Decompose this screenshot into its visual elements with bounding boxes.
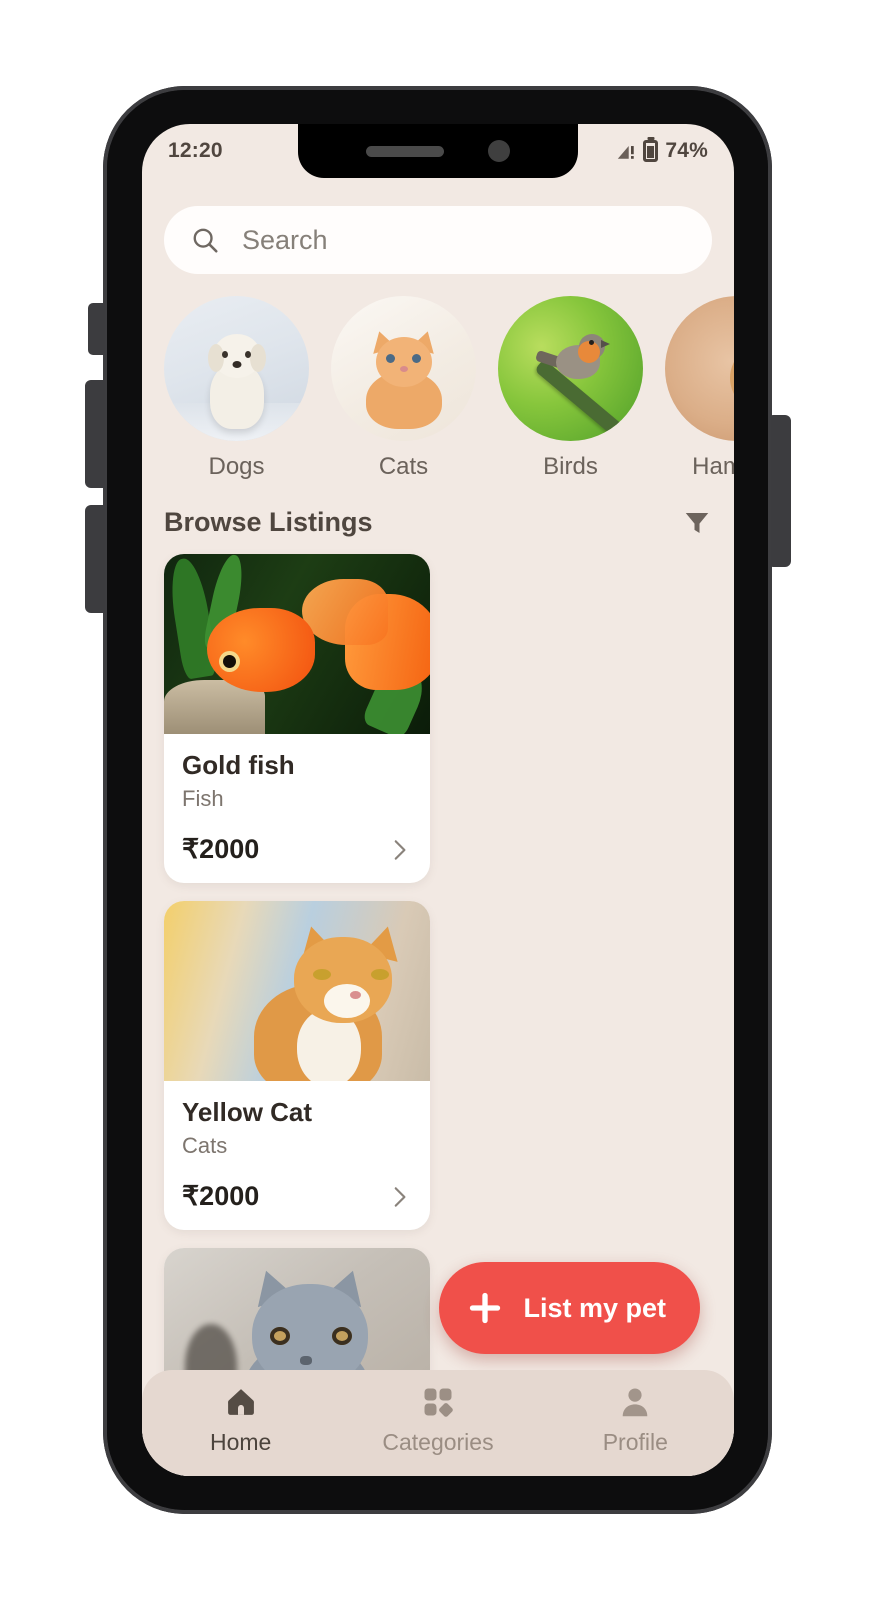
listing-category: Cats	[182, 1133, 228, 1158]
battery-percent: 74%	[665, 139, 708, 162]
nav-label: Home	[209, 1429, 272, 1455]
listing-card[interactable]: Gold fish Fish ₹2000	[164, 554, 430, 883]
nav-label: Profile	[602, 1429, 668, 1455]
category-label: Cats	[378, 453, 429, 480]
signal-bars-warning-icon	[618, 145, 635, 159]
plus-icon	[470, 1292, 501, 1324]
hamster-photo	[665, 296, 734, 441]
listing-category: Fish	[182, 786, 224, 811]
front-camera-icon	[488, 140, 510, 162]
status-indicators: 74%	[616, 139, 708, 163]
listing-title: Gold fish	[182, 750, 295, 780]
earpiece-speaker-icon	[366, 145, 444, 157]
category-list: Dogs Cats Birds Ham	[164, 296, 734, 481]
bottom-navigation: Home Categories Profile	[142, 1370, 734, 1476]
person-icon	[623, 1388, 648, 1417]
nav-item-profile[interactable]: Profile	[560, 1384, 710, 1456]
listing-price-row: ₹2000	[182, 834, 412, 865]
listing-card[interactable]: Yellow Cat Cats ₹2000	[164, 901, 430, 1230]
category-label: Birds	[543, 453, 598, 480]
chevron-right-icon[interactable]	[386, 837, 412, 863]
listing-info: Gold fish Fish ₹2000	[164, 734, 430, 883]
dog-photo	[164, 296, 309, 441]
search-placeholder: Search	[242, 224, 328, 255]
search-icon	[193, 228, 218, 253]
nav-item-categories[interactable]: Categories	[363, 1384, 513, 1456]
notch	[298, 124, 578, 178]
status-time: 12:20	[168, 139, 223, 162]
listing-price: ₹2000	[182, 834, 260, 864]
volume-down-button[interactable]	[85, 505, 105, 613]
volume-up-button[interactable]	[85, 380, 105, 488]
chevron-right-icon[interactable]	[386, 1184, 412, 1210]
category-label: Dogs	[208, 453, 265, 480]
power-button[interactable]	[771, 415, 791, 567]
listing-title: Yellow Cat	[182, 1097, 313, 1127]
silent-switch-button[interactable]	[88, 303, 105, 355]
list-my-pet-button[interactable]: List my pet	[439, 1262, 700, 1354]
listings-header: Browse Listings	[164, 507, 712, 538]
search-input[interactable]: Search	[164, 206, 712, 274]
cat-photo	[331, 296, 476, 441]
fab-label: List my pet	[523, 1292, 666, 1323]
screenshot-stage: 12:20 74% Search Dogs Cats Birds Ham Bro…	[0, 0, 875, 1600]
listing-price-row: ₹2000	[182, 1181, 412, 1212]
grid-icon	[424, 1388, 453, 1417]
category-item-birds[interactable]: Birds	[498, 296, 643, 481]
listing-info: Yellow Cat Cats ₹2000	[164, 1081, 430, 1230]
category-label: Hamster	[692, 453, 734, 480]
battery-icon	[643, 140, 659, 162]
yellow-cat-photo	[164, 901, 430, 1081]
category-item-hamster[interactable]: Hamster	[665, 296, 734, 481]
listing-price: ₹2000	[182, 1181, 260, 1211]
bird-photo	[498, 296, 643, 441]
category-item-dogs[interactable]: Dogs	[164, 296, 309, 481]
category-item-cats[interactable]: Cats	[331, 296, 476, 481]
section-title: Browse Listings	[164, 507, 373, 537]
home-icon	[227, 1389, 254, 1415]
nav-item-home[interactable]: Home	[166, 1384, 316, 1456]
phone-screen: 12:20 74% Search Dogs Cats Birds Ham Bro…	[142, 124, 734, 1476]
goldfish-photo	[164, 554, 430, 734]
nav-label: Categories	[382, 1429, 494, 1455]
filter-funnel-icon[interactable]	[682, 508, 712, 538]
